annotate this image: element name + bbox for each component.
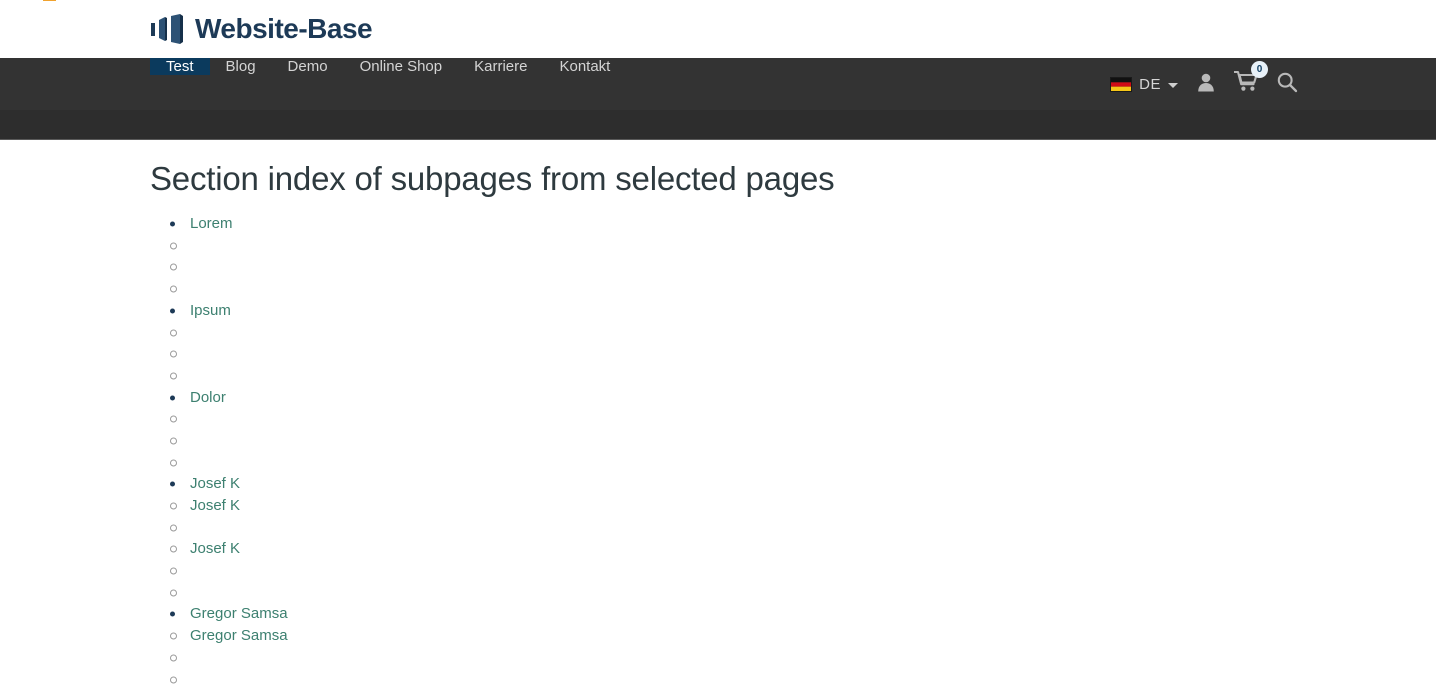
section-index-link[interactable]: Gregor Samsa bbox=[190, 627, 288, 645]
page-content: Section index of subpages from selected … bbox=[0, 140, 1436, 684]
list-item bbox=[170, 582, 1286, 604]
nav-item-demo[interactable]: Demo bbox=[272, 58, 344, 75]
logo-bar: Website-Base bbox=[0, 0, 1436, 58]
page-title: Section index of subpages from selected … bbox=[150, 160, 835, 197]
list-item bbox=[170, 430, 1286, 452]
nav-item-karriere[interactable]: Karriere bbox=[458, 58, 543, 75]
section-index-link[interactable]: Josef K bbox=[190, 475, 240, 493]
list-item bbox=[170, 257, 1286, 279]
list-item bbox=[170, 278, 1286, 300]
list-item bbox=[170, 560, 1286, 582]
list-item: Lorem bbox=[170, 213, 1286, 235]
header-sub-band bbox=[0, 110, 1436, 140]
german-flag-icon bbox=[1110, 76, 1133, 92]
site-logo[interactable]: Website-Base bbox=[43, 0, 373, 44]
list-item: Ipsum bbox=[170, 300, 1286, 322]
main-navigation-bar: Test Blog Demo Online Shop Karriere Kont… bbox=[0, 58, 1436, 110]
list-item bbox=[170, 365, 1286, 387]
list-item: Dolor bbox=[170, 387, 1286, 409]
list-item: Josef K bbox=[170, 474, 1286, 496]
list-item bbox=[170, 669, 1286, 684]
list-item bbox=[170, 408, 1286, 430]
list-item bbox=[170, 322, 1286, 344]
language-code-label: DE bbox=[1139, 75, 1161, 93]
section-index-list: Lorem Ipsum Dolor Josef K Josef K Josef K Greg… bbox=[150, 213, 1286, 684]
nav-item-blog[interactable]: Blog bbox=[210, 58, 272, 75]
logo-accent-bar bbox=[43, 0, 56, 1]
nav-item-test[interactable]: Test bbox=[150, 58, 210, 75]
account-button[interactable] bbox=[1195, 71, 1217, 98]
nav-item-list: Test Blog Demo Online Shop Karriere Kont… bbox=[150, 58, 626, 110]
nav-item-kontakt[interactable]: Kontakt bbox=[543, 58, 626, 75]
site-logo-wordmark: Website-Base bbox=[195, 13, 373, 44]
language-selector[interactable]: DE bbox=[1110, 76, 1178, 93]
list-item bbox=[170, 343, 1286, 365]
cart-button[interactable]: 0 bbox=[1233, 61, 1268, 98]
website-base-logo-mark-icon bbox=[150, 14, 186, 44]
user-icon bbox=[1195, 71, 1217, 98]
list-item: Gregor Samsa bbox=[170, 604, 1286, 626]
search-icon bbox=[1276, 71, 1298, 98]
list-item bbox=[170, 452, 1286, 474]
section-index-link[interactable]: Gregor Samsa bbox=[190, 605, 288, 623]
cart-count-badge: 0 bbox=[1251, 61, 1268, 78]
list-item bbox=[170, 235, 1286, 257]
list-item: Josef K bbox=[170, 539, 1286, 561]
search-button[interactable] bbox=[1276, 71, 1298, 98]
list-item: Josef K bbox=[170, 495, 1286, 517]
list-item bbox=[170, 517, 1286, 539]
chevron-down-icon bbox=[1168, 82, 1178, 88]
list-item bbox=[170, 647, 1286, 669]
nav-toolbar: DE 0 bbox=[1110, 58, 1436, 110]
list-item: Gregor Samsa bbox=[170, 625, 1286, 647]
nav-item-online-shop[interactable]: Online Shop bbox=[344, 58, 459, 75]
section-index-link[interactable]: Josef K bbox=[190, 540, 240, 558]
section-index-link[interactable]: Dolor bbox=[190, 389, 226, 407]
section-index-link[interactable]: Josef K bbox=[190, 497, 240, 515]
section-index-link[interactable]: Lorem bbox=[190, 215, 233, 233]
section-index-link[interactable]: Ipsum bbox=[190, 302, 231, 320]
